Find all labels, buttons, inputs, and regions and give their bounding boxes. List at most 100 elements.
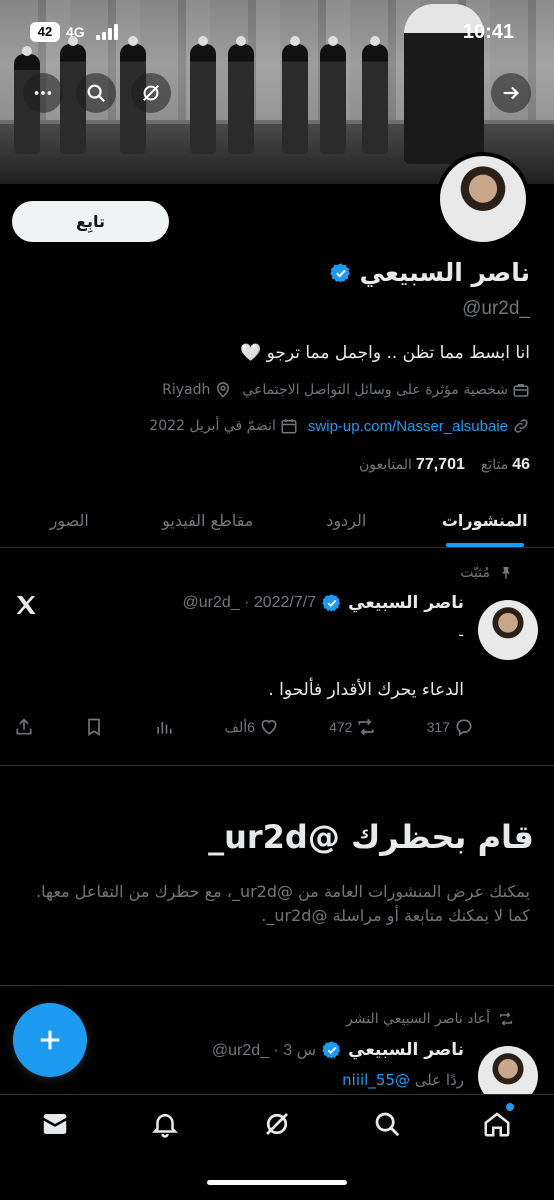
- reply-context: ردًا على @niiil_55: [342, 1071, 464, 1089]
- nav-home[interactable]: [482, 1103, 514, 1139]
- views-chart-icon: [157, 722, 172, 734]
- post-dash: -: [458, 625, 464, 644]
- more-button[interactable]: [23, 73, 63, 113]
- bookmark-icon: [88, 718, 100, 737]
- plus-icon: [40, 1030, 60, 1050]
- post-meta: @ur2d_ · 2022/7/7: [182, 594, 317, 611]
- banner-guard: [190, 36, 216, 154]
- share-icon: [16, 718, 32, 735]
- profile-name: ناصر السبيعي: [359, 258, 530, 287]
- reply-count: 317: [426, 719, 450, 735]
- search-icon: [375, 1112, 400, 1137]
- post-header: ناصر السبيعي @ur2d_ · 3 س: [212, 1040, 464, 1060]
- divider: [0, 985, 554, 986]
- post-author[interactable]: ناصر السبيعي: [348, 593, 464, 613]
- profile-avatar[interactable]: [436, 152, 530, 246]
- home-icon: [484, 1112, 510, 1137]
- more-dots-icon: [34, 91, 52, 95]
- reply-to-handle[interactable]: @niiil_55: [342, 1071, 410, 1089]
- followers-count-link[interactable]: 77,701المتابعون: [359, 456, 465, 474]
- banner-guard: [362, 36, 388, 154]
- nav-notifications[interactable]: [150, 1109, 180, 1139]
- grok-icon: [142, 84, 160, 102]
- repost-label-text: أعاد ناصر السبيعي النشر: [346, 1011, 490, 1027]
- arrow-right-icon: [503, 86, 519, 100]
- compose-button[interactable]: [13, 1003, 87, 1077]
- signal-icon: [96, 24, 118, 40]
- tab-videos[interactable]: مقاطع الفيديو: [139, 494, 278, 547]
- profile-meta-row: شخصية مؤثرة على وسائل التواصل الاجتماعي …: [162, 381, 530, 399]
- post-author[interactable]: ناصر السبيعي: [348, 1040, 464, 1060]
- calendar-icon: [281, 419, 297, 434]
- followers-count: 77,701: [415, 456, 465, 473]
- verified-badge-icon: [322, 1041, 341, 1059]
- repost-icon: [499, 1012, 513, 1026]
- tab-replies[interactable]: الردود: [277, 494, 416, 547]
- blocked-description: يمكنك عرض المنشورات العامة من @ur2d_، مع…: [36, 882, 530, 925]
- banner-guard: [228, 36, 254, 154]
- clock: 10:41: [462, 21, 514, 43]
- repost-icon: [358, 718, 374, 736]
- profile-handle: @ur2d_: [462, 298, 530, 319]
- share-button[interactable]: [14, 717, 34, 737]
- like-button[interactable]: 6ألف: [224, 717, 278, 737]
- status-bar: 42 4G 10:41: [0, 18, 554, 48]
- follow-counts: 46متابَع 77,701المتابعون: [359, 456, 530, 474]
- banner-guard: [282, 36, 308, 154]
- pin-icon: [502, 567, 510, 579]
- verified-badge-icon[interactable]: [329, 262, 352, 284]
- nav-grok[interactable]: [262, 1109, 292, 1139]
- tab-photos[interactable]: الصور: [0, 494, 139, 547]
- divider: [0, 765, 554, 766]
- bell-icon: [151, 1114, 179, 1138]
- grok-icon: [266, 1113, 288, 1135]
- home-indicator: [207, 1180, 347, 1185]
- verified-badge-icon: [322, 594, 341, 612]
- heart-icon: [261, 719, 277, 735]
- briefcase-icon: [513, 384, 529, 397]
- post-meta: @ur2d_ · 3 س: [211, 1042, 317, 1059]
- link-icon: [514, 419, 528, 433]
- grok-button[interactable]: [131, 73, 171, 113]
- profile-location: Riyadh: [162, 382, 211, 398]
- network-indicator: 4G: [66, 24, 85, 40]
- profile-link[interactable]: swip-up.com/Nasser_alsubaie: [308, 418, 508, 435]
- search-icon: [87, 84, 106, 103]
- views-button[interactable]: [154, 717, 174, 737]
- repost-count: 472: [329, 719, 353, 735]
- battery-indicator: 42: [30, 22, 60, 42]
- profile-category: شخصية مؤثرة على وسائل التواصل الاجتماعي: [242, 382, 508, 398]
- notification-dot: [506, 1103, 514, 1111]
- post-text: الدعاء يحرك الأقدار فألحوا .: [268, 680, 464, 700]
- repost-button[interactable]: 472: [329, 717, 376, 737]
- joined-item: انضمّ في أبريل 2022: [149, 417, 298, 435]
- follow-button[interactable]: تابِع: [12, 201, 169, 242]
- following-count: 46: [512, 456, 530, 473]
- bookmark-button[interactable]: [84, 717, 104, 737]
- banner-guard: [320, 36, 346, 154]
- blocked-title: قام بحظرك @ur2d_: [208, 818, 534, 856]
- nav-search[interactable]: [372, 1109, 402, 1139]
- profile-meta-row-2: swip-up.com/Nasser_alsubaie انضمّ في أبر…: [149, 417, 530, 435]
- profile-bio: انا ابسط مما تظن .. واجمل مما ترجو 🤍: [240, 343, 530, 363]
- reply-prefix: ردًا على: [414, 1071, 464, 1089]
- location-pin-icon: [217, 382, 230, 398]
- link-item[interactable]: swip-up.com/Nasser_alsubaie: [308, 417, 530, 435]
- followers-label: المتابعون: [359, 457, 412, 473]
- search-button[interactable]: [76, 73, 116, 113]
- profile-tabs: المنشورات الردود مقاطع الفيديو الصور: [0, 494, 554, 548]
- reply-button[interactable]: 317: [427, 717, 474, 737]
- like-count: 6ألف: [224, 718, 255, 735]
- following-count-link[interactable]: 46متابَع: [481, 456, 530, 474]
- tab-posts[interactable]: المنشورات: [416, 494, 554, 547]
- post-header: ناصر السبيعي @ur2d_ · 2022/7/7: [182, 593, 464, 613]
- back-button[interactable]: [491, 73, 531, 113]
- pinned-label: مُثبّت: [460, 565, 514, 581]
- post-avatar[interactable]: [478, 600, 538, 660]
- x-logo-icon[interactable]: [14, 593, 38, 617]
- category-item: شخصية مؤثرة على وسائل التواصل الاجتماعي: [242, 381, 530, 399]
- reply-icon: [456, 719, 472, 737]
- nav-messages[interactable]: [40, 1109, 70, 1139]
- mail-icon: [43, 1114, 67, 1134]
- following-label: متابَع: [480, 457, 509, 473]
